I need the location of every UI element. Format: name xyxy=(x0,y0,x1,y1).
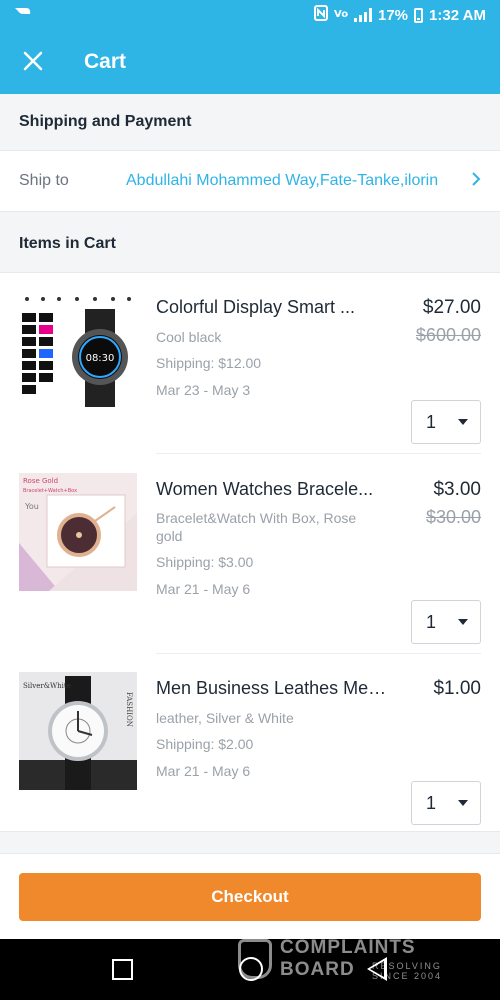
item-shipping: Shipping: $2.00 xyxy=(156,736,254,752)
quantity-value: 1 xyxy=(426,611,437,632)
item-variant: Cool black xyxy=(156,329,222,345)
divider xyxy=(156,653,481,654)
product-thumbnail-men-watch[interactable]: Silver&White FASHION xyxy=(19,672,137,790)
wifi-call-icon: Vo xyxy=(334,6,348,24)
item-original-price: $30.00 xyxy=(425,507,481,527)
ship-to-row[interactable]: Ship to Abdullahi Mohammed Way,Fate-Tank… xyxy=(0,150,500,212)
signal-icon xyxy=(354,8,372,22)
item-price: $3.00 xyxy=(433,479,481,500)
quantity-value: 1 xyxy=(426,792,437,813)
recent-apps-icon[interactable] xyxy=(112,959,133,980)
status-bar: Vo 17% 1:32 AM xyxy=(0,0,500,30)
item-delivery-dates: Mar 21 - May 6 xyxy=(156,581,251,597)
quantity-select[interactable]: 1 xyxy=(411,781,481,825)
item-variant: leather, Silver & White xyxy=(156,710,294,726)
checkout-button[interactable]: Checkout xyxy=(19,873,481,921)
item-delivery-dates: Mar 21 - May 6 xyxy=(156,763,251,779)
close-icon xyxy=(23,46,43,78)
clock: 1:32 AM xyxy=(429,6,486,24)
ship-to-address: Abdullahi Mohammed Way,Fate-Tanke,ilorin xyxy=(126,172,439,189)
bracelet-thumb-you: You xyxy=(24,502,39,511)
cart-items-list: 08:30 Colorful Display Smart ... $27.00 … xyxy=(0,272,500,832)
battery-icon xyxy=(414,7,424,23)
quantity-select[interactable]: 1 xyxy=(411,600,481,644)
item-title[interactable]: Men Business Leathes Mes... xyxy=(156,678,388,699)
quantity-select[interactable]: 1 xyxy=(411,400,481,444)
svg-text:Vo: Vo xyxy=(334,9,348,20)
nfc-icon xyxy=(314,5,328,25)
chevron-right-icon xyxy=(471,170,481,193)
item-title[interactable]: Women Watches Bracele... xyxy=(156,479,388,500)
page-title: Cart xyxy=(84,50,127,73)
smartwatch-time-text: 08:30 xyxy=(86,353,115,364)
item-variant: Bracelet&Watch With Box, Rose gold xyxy=(156,510,357,544)
item-delivery-dates: Mar 23 - May 3 xyxy=(156,382,251,398)
watermark-line3: RESOLVING SINCE 2004 xyxy=(372,961,443,981)
men-watch-thumb-caption: Silver&White xyxy=(23,682,71,690)
watermark-logo xyxy=(238,939,272,979)
checkout-footer: Checkout xyxy=(0,853,500,939)
notification-icon xyxy=(14,6,32,24)
product-thumbnail-bracelet-watch[interactable]: Rose Gold Bracelet+Watch+Box You xyxy=(19,473,137,591)
quantity-value: 1 xyxy=(426,411,437,432)
app-header: Cart xyxy=(0,30,500,94)
item-shipping: Shipping: $12.00 xyxy=(156,355,262,371)
bracelet-thumb-caption: Rose Gold xyxy=(23,477,58,485)
bracelet-thumb-caption-2: Bracelet+Watch+Box xyxy=(23,488,77,494)
ship-to-label: Ship to xyxy=(19,172,69,189)
item-shipping: Shipping: $3.00 xyxy=(156,554,254,570)
caret-down-icon xyxy=(458,419,468,425)
item-price: $1.00 xyxy=(433,678,481,699)
watermark-line1: COMPLAINTS xyxy=(280,937,416,958)
watermark-line2: BOARD xyxy=(280,959,355,980)
item-original-price: $600.00 xyxy=(415,325,481,345)
shipping-section-heading: Shipping and Payment xyxy=(0,94,500,150)
battery-percent: 17% xyxy=(378,6,409,24)
items-section-heading: Items in Cart xyxy=(0,216,500,272)
watermark: COMPLAINTS BOARD RESOLVING SINCE 2004 xyxy=(238,937,453,981)
item-title[interactable]: Colorful Display Smart ... xyxy=(156,297,388,318)
product-thumbnail-smartwatch[interactable]: 08:30 xyxy=(19,291,137,409)
caret-down-icon xyxy=(458,619,468,625)
item-price: $27.00 xyxy=(422,297,481,318)
close-button[interactable] xyxy=(0,30,66,94)
men-watch-thumb-side-text: FASHION xyxy=(125,692,133,727)
caret-down-icon xyxy=(458,800,468,806)
divider xyxy=(156,453,481,454)
